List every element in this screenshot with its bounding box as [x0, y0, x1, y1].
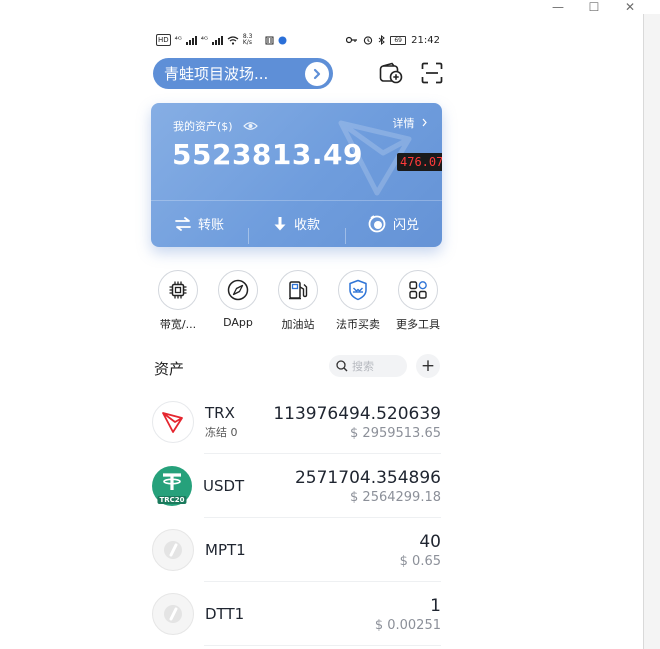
grid-icon: [398, 270, 438, 310]
tool-label: 法币买卖: [336, 318, 380, 331]
asset-amount: 113976494.520639: [273, 403, 441, 424]
asset-value: $ 0.65: [399, 553, 441, 569]
default-token-icon: [152, 529, 194, 571]
transfer-button[interactable]: 转账: [151, 214, 248, 233]
trc20-badge: TRC20: [157, 496, 187, 504]
add-token-button[interactable]: +: [416, 354, 440, 378]
swap-button[interactable]: 闪兑: [345, 214, 442, 244]
chevron-right-small-icon: [422, 118, 427, 127]
search-icon: [336, 360, 348, 372]
asset-value: $ 0.00251: [374, 617, 441, 633]
quick-tools: 带宽/... DApp 加油站 法币买卖 更多工具: [148, 270, 448, 332]
swap-icon: [368, 214, 386, 232]
tron-icon: [152, 401, 194, 443]
receive-icon: [274, 216, 286, 230]
tool-dapp[interactable]: DApp: [208, 270, 268, 332]
transfer-label: 转账: [197, 218, 224, 233]
asset-list: TRX 冻结 0 113976494.520639 $ 2959513.65 T…: [152, 390, 441, 646]
window-scrollbar-track[interactable]: [644, 14, 660, 649]
nfc-icon: [265, 36, 274, 44]
asset-value: $ 2564299.18: [350, 489, 441, 505]
asset-amount: 1: [430, 595, 441, 616]
signal-4g-icon: ⁴ᴳ: [174, 35, 182, 44]
tool-gas-station[interactable]: 加油站: [268, 270, 328, 332]
asset-symbol: DTT1: [205, 605, 245, 623]
app-notification-icon: [278, 36, 287, 44]
alarm-icon: [364, 36, 373, 45]
asset-frozen: 冻结 0: [205, 426, 238, 439]
overlay-value-tag: 476.07: [397, 153, 442, 171]
tool-label: 更多工具: [396, 318, 440, 331]
key-icon: [346, 36, 358, 44]
wallet-selector[interactable]: 青蛙项目波场...: [153, 58, 333, 89]
asset-row-mpt1[interactable]: MPT1 40 $ 0.65: [152, 518, 441, 582]
asset-symbol: TRX: [205, 404, 235, 422]
tool-label: 加油站: [281, 318, 315, 331]
scan-icon[interactable]: [419, 60, 445, 86]
asset-search-input[interactable]: 搜索: [329, 355, 407, 377]
add-wallet-icon[interactable]: [378, 60, 404, 86]
close-button[interactable]: ✕: [622, 1, 638, 13]
eye-icon[interactable]: [242, 121, 258, 131]
window-border: [643, 14, 644, 649]
chip-icon: [158, 270, 198, 310]
asset-amount: 2571704.354896: [294, 467, 441, 488]
balance-card: 我的资产($) 详情 5523813.49 476.07 转账 收款 闪兑: [151, 103, 442, 247]
usdt-icon: TRC20: [152, 466, 192, 506]
signal-bars-icon: [185, 35, 197, 45]
status-bar: HD ⁴ᴳ ⁴ᴳ 8.3 K/s 69 21:42: [156, 32, 440, 48]
swap-label: 闪兑: [392, 218, 419, 233]
details-text: 详情: [392, 117, 415, 130]
bluetooth-icon: [378, 35, 385, 45]
asset-row-dtt1[interactable]: DTT1 1 $ 0.00251: [152, 582, 441, 646]
asset-row-trx[interactable]: TRX 冻结 0 113976494.520639 $ 2959513.65: [152, 390, 441, 454]
asset-symbol: MPT1: [205, 541, 246, 559]
asset-symbol: USDT: [203, 477, 245, 495]
signal-4g-icon-2: ⁴ᴳ: [200, 35, 208, 44]
wallet-name: 青蛙项目波场...: [164, 65, 269, 83]
tool-bandwidth[interactable]: 带宽/...: [148, 270, 208, 332]
default-token-icon: [152, 593, 194, 635]
maximize-button[interactable]: ☐: [586, 1, 602, 13]
compass-icon: [218, 270, 258, 310]
gas-station-icon: [278, 270, 318, 310]
phone-screen: HD ⁴ᴳ ⁴ᴳ 8.3 K/s 69 21:42 青蛙项目波场... 我的资产…: [140, 22, 456, 649]
total-assets-text: 我的资产($): [173, 120, 233, 133]
hd-indicator: HD: [156, 34, 171, 46]
search-placeholder: 搜索: [352, 360, 374, 373]
tool-label: DApp: [223, 316, 253, 329]
asset-value: $ 2959513.65: [350, 425, 441, 441]
clock: 21:42: [411, 34, 440, 46]
transfer-icon: [175, 216, 191, 231]
wifi-icon: [227, 35, 239, 45]
receive-button[interactable]: 收款: [248, 214, 345, 244]
window-controls: — ☐ ✕: [550, 0, 638, 14]
tool-more[interactable]: 更多工具: [388, 270, 448, 332]
receive-label: 收款: [293, 218, 320, 233]
minimize-button[interactable]: —: [550, 1, 566, 13]
tool-label: 带宽/...: [159, 318, 197, 331]
total-assets-label: 我的资产($): [173, 118, 258, 134]
card-actions: 转账 收款 闪兑: [151, 200, 442, 247]
network-speed: 8.3 K/s: [242, 33, 253, 46]
asset-row-usdt[interactable]: TRC20 USDT 2571704.354896 $ 2564299.18: [152, 454, 441, 518]
signal-bars-icon-2: [211, 35, 223, 45]
asset-amount: 40: [419, 531, 441, 552]
assets-title: 资产: [154, 360, 185, 378]
details-link[interactable]: 详情: [393, 115, 429, 131]
chevron-right-icon: [305, 61, 329, 86]
total-assets-amount: 5523813.49: [172, 138, 363, 171]
shield-exchange-icon: [338, 270, 378, 310]
tool-fiat-trade[interactable]: 法币买卖: [328, 270, 388, 332]
battery-icon: 69: [390, 35, 407, 45]
